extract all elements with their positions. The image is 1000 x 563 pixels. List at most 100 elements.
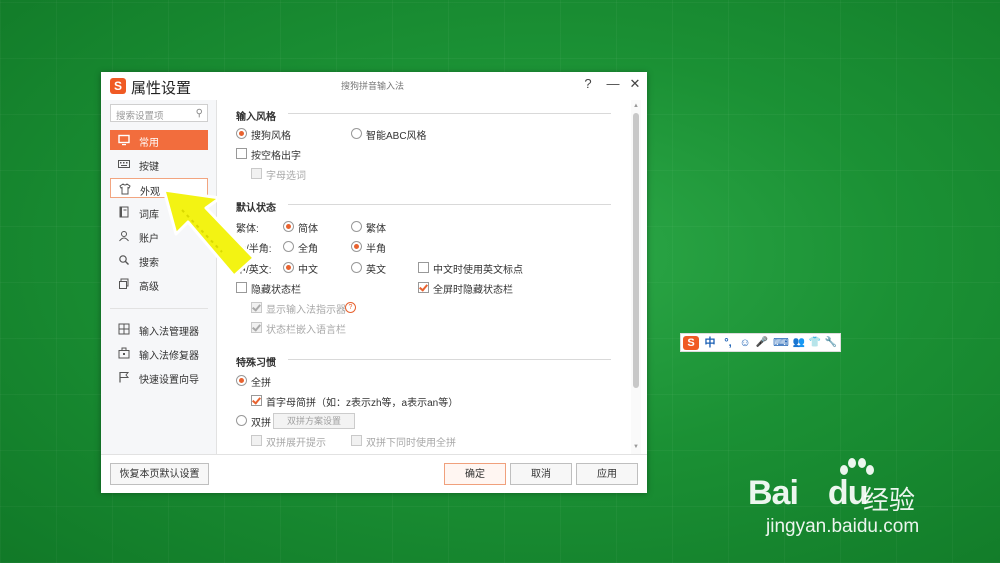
sidebar-item-label: 词库	[139, 210, 159, 221]
sidebar-item-ime-manager[interactable]: 输入法管理器	[110, 319, 208, 339]
section-divider	[288, 113, 611, 114]
checkbox-indicator	[418, 262, 429, 273]
sidebar-item-ime-repair[interactable]: 输入法修复器	[110, 343, 208, 363]
option-label: 半角	[366, 244, 386, 255]
section-divider	[288, 359, 611, 360]
option-label: 双拼展开提示	[266, 438, 326, 449]
checkbox-indicator	[251, 395, 262, 406]
grid-icon	[118, 323, 130, 335]
checkbox-indicator	[351, 435, 362, 446]
sidebar-item-label: 高级	[139, 282, 159, 293]
option-label: 全屏时隐藏状态栏	[433, 285, 513, 296]
watermark-url: jingyan.baidu.com	[766, 516, 920, 537]
close-button[interactable]: ✕	[627, 76, 643, 92]
title-bar[interactable]: S 属性设置 搜狗拼音输入法 ? — ✕	[101, 72, 647, 100]
option-label: 双拼	[251, 418, 271, 429]
checkbox-indicator	[251, 435, 262, 446]
monitor-icon	[118, 134, 130, 146]
sidebar-item-label: 快速设置向导	[139, 375, 199, 386]
option-label: 首字母简拼（如：z表示zh等，a表示an等）	[266, 398, 459, 409]
search-icon	[118, 254, 130, 266]
jingyan-text: 经验	[863, 486, 916, 516]
option-label: 智能ABC风格	[366, 131, 427, 142]
sidebar-item-label: 外观	[140, 187, 160, 198]
flag-icon	[118, 371, 130, 383]
radio-indicator	[283, 221, 294, 232]
sidebar-item-quick-wizard[interactable]: 快速设置向导	[110, 367, 208, 387]
option-label: 英文	[366, 265, 386, 276]
sidebar-item-label: 账户	[139, 234, 159, 245]
sidebar-item-label: 按键	[139, 162, 159, 173]
option-label: 双拼下同时使用全拼	[366, 438, 456, 449]
search-icon[interactable]: ⚲	[196, 108, 203, 119]
content-scrollbar[interactable]: ▲ ▼	[631, 100, 641, 454]
radio-indicator	[351, 221, 362, 232]
checkbox-indicator	[236, 148, 247, 159]
microphone-icon[interactable]: 🎤	[755, 336, 769, 350]
option-label: 搜狗风格	[251, 131, 291, 142]
scroll-up-arrow-icon[interactable]: ▲	[631, 102, 641, 110]
help-button[interactable]: ?	[580, 76, 596, 92]
keyboard-icon[interactable]: ⌨	[773, 336, 789, 350]
minimize-button[interactable]: —	[605, 76, 621, 92]
layers-icon	[118, 278, 130, 290]
users-icon[interactable]: 👥	[792, 336, 806, 350]
book-icon	[118, 206, 130, 218]
radio-indicator	[236, 415, 247, 426]
scroll-down-arrow-icon[interactable]: ▼	[631, 443, 641, 451]
tshirt-icon[interactable]: 👕	[808, 336, 822, 350]
sidebar-item-label: 输入法管理器	[139, 327, 199, 338]
sidebar-divider	[110, 308, 208, 309]
sidebar-item-keys[interactable]: 按键	[110, 154, 208, 174]
annotation-arrow-icon	[162, 188, 256, 278]
window-title: 属性设置	[131, 80, 192, 97]
option-label: 繁体	[366, 224, 386, 235]
option-label: 按空格出字	[251, 151, 301, 162]
apply-button[interactable]: 应用	[576, 463, 638, 485]
sidebar-item-label: 输入法修复器	[139, 351, 199, 362]
option-label: 中文时使用英文标点	[433, 265, 523, 276]
punct-toggle[interactable]: °,	[720, 336, 736, 350]
option-label: 字母选词	[266, 171, 306, 182]
sidebar-item-common[interactable]: 常用	[110, 130, 208, 150]
keyboard-icon	[118, 158, 130, 170]
section-divider	[288, 204, 611, 205]
wrench-icon[interactable]: 🔧	[824, 336, 838, 350]
sogou-logo-icon: S	[110, 78, 126, 94]
radio-indicator	[236, 128, 247, 139]
search-placeholder: 搜索设置项	[116, 111, 164, 122]
radio-indicator	[351, 262, 362, 273]
search-input[interactable]: 搜索设置项 ⚲	[110, 104, 208, 122]
cancel-button[interactable]: 取消	[510, 463, 572, 485]
app-name: 搜狗拼音输入法	[341, 81, 405, 91]
help-question-icon[interactable]: ?	[345, 302, 356, 313]
baidu-watermark: Bai du 经验 jingyan.baidu.com	[748, 458, 998, 558]
restore-defaults-button[interactable]: 恢复本页默认设置	[110, 463, 209, 485]
sidebar-item-label: 常用	[139, 138, 159, 149]
option-label: 简体	[298, 224, 318, 235]
sogou-logo-icon[interactable]: S	[683, 336, 699, 350]
option-label: 全拼	[251, 378, 271, 389]
section-title-special-habits: 特殊习惯	[236, 358, 276, 369]
baidu-logo-text: Bai du	[748, 474, 868, 512]
toolbox-icon	[118, 347, 130, 359]
radio-indicator	[236, 375, 247, 386]
option-label: 全角	[298, 244, 318, 255]
user-icon	[118, 230, 130, 242]
shuangpin-scheme-button[interactable]: 双拼方案设置	[273, 413, 355, 429]
lang-toggle[interactable]: 中	[703, 336, 717, 350]
option-label: 中文	[298, 265, 318, 276]
tshirt-icon	[119, 183, 131, 195]
dialog-footer: 恢复本页默认设置 确定 取消 应用	[101, 454, 647, 493]
checkbox-indicator	[251, 322, 262, 333]
radio-indicator	[351, 241, 362, 252]
radio-indicator	[351, 128, 362, 139]
checkbox-indicator	[418, 282, 429, 293]
radio-indicator	[283, 262, 294, 273]
checkbox-indicator	[251, 168, 262, 179]
scrollbar-thumb[interactable]	[633, 113, 639, 388]
emoji-icon[interactable]: ☺	[738, 336, 752, 350]
ok-button[interactable]: 确定	[444, 463, 506, 485]
option-label: 状态栏嵌入语言栏	[266, 325, 346, 336]
ime-status-bar[interactable]: S 中 °, ☺ 🎤 ⌨ 👥 👕 🔧	[680, 333, 841, 352]
